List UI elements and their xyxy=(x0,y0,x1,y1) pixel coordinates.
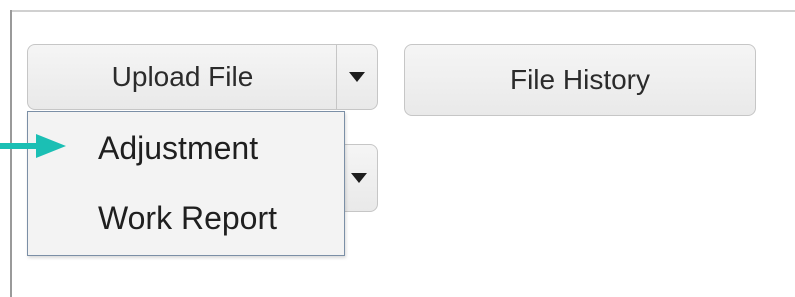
menu-item-work-report[interactable]: Work Report xyxy=(98,200,277,237)
upload-file-label: Upload File xyxy=(111,61,254,92)
upload-file-button[interactable]: Upload File xyxy=(27,44,337,110)
panel-top-border xyxy=(10,10,795,12)
arrow-right-icon xyxy=(0,134,66,158)
file-history-button[interactable]: File History xyxy=(404,44,756,116)
chevron-down-icon xyxy=(349,72,365,82)
chevron-down-icon xyxy=(351,173,367,183)
menu-item-adjustment[interactable]: Adjustment xyxy=(98,130,258,167)
file-history-label: File History xyxy=(509,64,650,95)
upload-dropdown-menu: Adjustment Work Report xyxy=(27,111,345,256)
upload-dropdown-toggle[interactable] xyxy=(336,44,378,110)
